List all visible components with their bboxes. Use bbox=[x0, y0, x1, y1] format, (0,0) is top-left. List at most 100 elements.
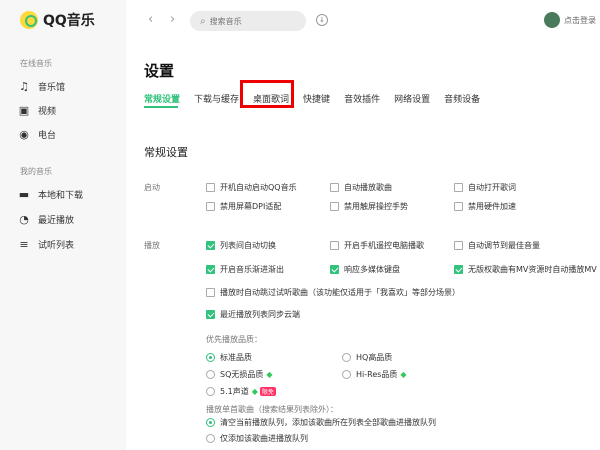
option-auto-volume[interactable]: 自动调节到最佳音量 bbox=[454, 240, 540, 251]
tab-network[interactable]: 网络设置 bbox=[394, 92, 430, 105]
single-song-label: 播放单首歌曲（搜索结果列表除外）： bbox=[206, 405, 338, 414]
avatar[interactable] bbox=[544, 12, 560, 28]
checkbox[interactable] bbox=[330, 202, 339, 211]
option-auto-lyrics[interactable]: 自动打开歌词 bbox=[454, 182, 516, 193]
sidebar-item-label: 最近播放 bbox=[38, 216, 75, 226]
checkbox[interactable] bbox=[454, 241, 463, 250]
radio[interactable] bbox=[342, 353, 351, 362]
sidebar-item-trial-list[interactable]: ≡ 试听列表 bbox=[18, 238, 74, 251]
checkbox-checked[interactable] bbox=[330, 265, 339, 274]
radio-51-channel[interactable]: 5.1声道 ◆ 限免 bbox=[206, 386, 276, 397]
tab-general[interactable]: 常规设置 bbox=[144, 92, 180, 105]
app-logo[interactable]: QQ音乐 bbox=[20, 10, 95, 30]
sidebar-item-label: 音乐馆 bbox=[38, 83, 66, 93]
sidebar-item-local-download[interactable]: ▬ 本地和下载 bbox=[18, 188, 83, 201]
limited-free-badge: 限免 bbox=[259, 387, 276, 396]
option-phone-remote[interactable]: 开启手机遥控电脑播歌 bbox=[330, 240, 424, 251]
checkbox-checked[interactable] bbox=[454, 265, 463, 274]
radio[interactable] bbox=[342, 370, 351, 379]
music-note-icon: ♫ bbox=[19, 80, 29, 93]
checkbox-checked[interactable] bbox=[206, 265, 215, 274]
checkbox[interactable] bbox=[330, 241, 339, 250]
option-label: 开启手机遥控电脑播歌 bbox=[344, 241, 424, 250]
option-label: 无版权歌曲有MV资源时自动播放MV bbox=[468, 265, 597, 274]
option-label: 自动打开歌词 bbox=[468, 183, 516, 192]
vip-diamond-icon: ◆ bbox=[266, 370, 273, 379]
forward-arrow-icon[interactable]: › bbox=[170, 12, 175, 27]
radio-hires-quality[interactable]: Hi-Res品质 ◆ bbox=[342, 369, 407, 380]
sidebar-item-music-hall[interactable]: ♫ 音乐馆 bbox=[18, 80, 65, 93]
option-label: 仅添加该歌曲进播放队列 bbox=[220, 434, 308, 443]
sidebar-item-radio[interactable]: ◉ 电台 bbox=[18, 128, 56, 141]
tab-audio-plugins[interactable]: 音效插件 bbox=[344, 92, 380, 105]
checkbox-checked[interactable] bbox=[206, 241, 215, 250]
sidebar-item-label: 视频 bbox=[38, 107, 57, 117]
option-label: 自动播放歌曲 bbox=[344, 183, 392, 192]
vip-diamond-icon: ◆ bbox=[400, 370, 407, 379]
back-arrow-icon[interactable]: ‹ bbox=[148, 12, 153, 27]
option-label: 开机自动启动QQ音乐 bbox=[220, 183, 297, 192]
tab-download-cache[interactable]: 下载与缓存 bbox=[194, 92, 239, 105]
active-tab-indicator bbox=[144, 106, 178, 108]
app-title: QQ音乐 bbox=[43, 13, 95, 29]
radio-hq-quality[interactable]: HQ高品质 bbox=[342, 352, 392, 363]
option-label: 禁用触屏操控手势 bbox=[344, 202, 408, 211]
option-label: 清空当前播放队列，添加该歌曲所在列表全部歌曲进播放队列 bbox=[220, 418, 436, 427]
option-auto-start[interactable]: 开机自动启动QQ音乐 bbox=[206, 182, 297, 193]
checkbox[interactable] bbox=[330, 183, 339, 192]
main-content: ‹ › ⌕ ↓ 点击登录 设置 常规设置 下载与缓存 桌面歌词 快捷键 音效插件… bbox=[126, 0, 600, 450]
option-label: HQ高品质 bbox=[356, 353, 393, 362]
quality-label: 优先播放品质： bbox=[206, 335, 262, 344]
checkbox[interactable] bbox=[454, 183, 463, 192]
option-label: 列表间自动切换 bbox=[220, 241, 276, 250]
option-list-auto-switch[interactable]: 列表间自动切换 bbox=[206, 240, 276, 251]
login-link[interactable]: 点击登录 bbox=[564, 15, 596, 26]
checkbox[interactable] bbox=[206, 288, 215, 297]
option-label: 响应多媒体键盘 bbox=[344, 265, 400, 274]
video-icon: ▣ bbox=[18, 104, 30, 117]
radio-selected[interactable] bbox=[206, 353, 215, 362]
option-disable-dpi[interactable]: 禁用屏幕DPI适配 bbox=[206, 201, 281, 212]
radio-selected[interactable] bbox=[206, 418, 215, 427]
option-auto-play[interactable]: 自动播放歌曲 bbox=[330, 182, 392, 193]
radio[interactable] bbox=[206, 434, 215, 443]
playlist-icon: ≡ bbox=[19, 238, 29, 251]
tab-shortcuts[interactable]: 快捷键 bbox=[303, 92, 330, 105]
radio[interactable] bbox=[206, 387, 215, 396]
option-auto-play-mv[interactable]: 无版权歌曲有MV资源时自动播放MV bbox=[454, 264, 597, 275]
desktop-lyrics-highlight-box bbox=[240, 80, 294, 108]
radio-add-only[interactable]: 仅添加该歌曲进播放队列 bbox=[206, 433, 308, 444]
search-input[interactable] bbox=[209, 16, 290, 26]
radio-icon: ◉ bbox=[19, 128, 29, 141]
radio-replace-queue[interactable]: 清空当前播放队列，添加该歌曲所在列表全部歌曲进播放队列 bbox=[206, 417, 436, 428]
sidebar-item-label: 本地和下载 bbox=[38, 191, 84, 201]
option-fade-in-out[interactable]: 开启音乐渐进渐出 bbox=[206, 264, 284, 275]
option-skip-trial[interactable]: 播放时自动跳过试听歌曲（该功能仅适用于「我喜欢」等部分场景） bbox=[206, 287, 460, 298]
option-label: 禁用屏幕DPI适配 bbox=[220, 202, 282, 211]
radio[interactable] bbox=[206, 370, 215, 379]
option-disable-hw-accel[interactable]: 禁用硬件加速 bbox=[454, 201, 516, 212]
radio-sq-quality[interactable]: SQ无损品质 ◆ bbox=[206, 369, 273, 380]
option-disable-touch[interactable]: 禁用触屏操控手势 bbox=[330, 201, 408, 212]
radio-standard-quality[interactable]: 标准品质 bbox=[206, 352, 252, 363]
option-label: 标准品质 bbox=[220, 353, 252, 362]
tab-audio-device[interactable]: 音频设备 bbox=[444, 92, 480, 105]
startup-label: 启动 bbox=[144, 183, 160, 192]
checkbox-checked[interactable] bbox=[206, 310, 215, 319]
checkbox[interactable] bbox=[206, 183, 215, 192]
option-label: 最近播放列表同步云端 bbox=[220, 310, 300, 319]
checkbox[interactable] bbox=[454, 202, 463, 211]
sidebar-section-mine: 我的音乐 bbox=[20, 167, 52, 176]
option-media-keys[interactable]: 响应多媒体键盘 bbox=[330, 264, 400, 275]
checkbox[interactable] bbox=[206, 202, 215, 211]
sidebar: QQ音乐 在线音乐 ♫ 音乐馆 ▣ 视频 ◉ 电台 我的音乐 ▬ 本地和下载 ◔… bbox=[0, 0, 126, 450]
search-icon: ⌕ bbox=[200, 15, 206, 27]
sidebar-item-recent[interactable]: ◔ 最近播放 bbox=[18, 213, 74, 226]
voice-search-icon[interactable]: ↓ bbox=[316, 14, 328, 26]
page-title: 设置 bbox=[144, 62, 175, 80]
option-sync-recent[interactable]: 最近播放列表同步云端 bbox=[206, 309, 300, 320]
vip-diamond-icon: ◆ bbox=[251, 387, 258, 396]
search-box[interactable]: ⌕ bbox=[190, 11, 306, 31]
topbar: ‹ › ⌕ ↓ 点击登录 bbox=[126, 0, 600, 40]
sidebar-item-video[interactable]: ▣ 视频 bbox=[18, 104, 56, 117]
